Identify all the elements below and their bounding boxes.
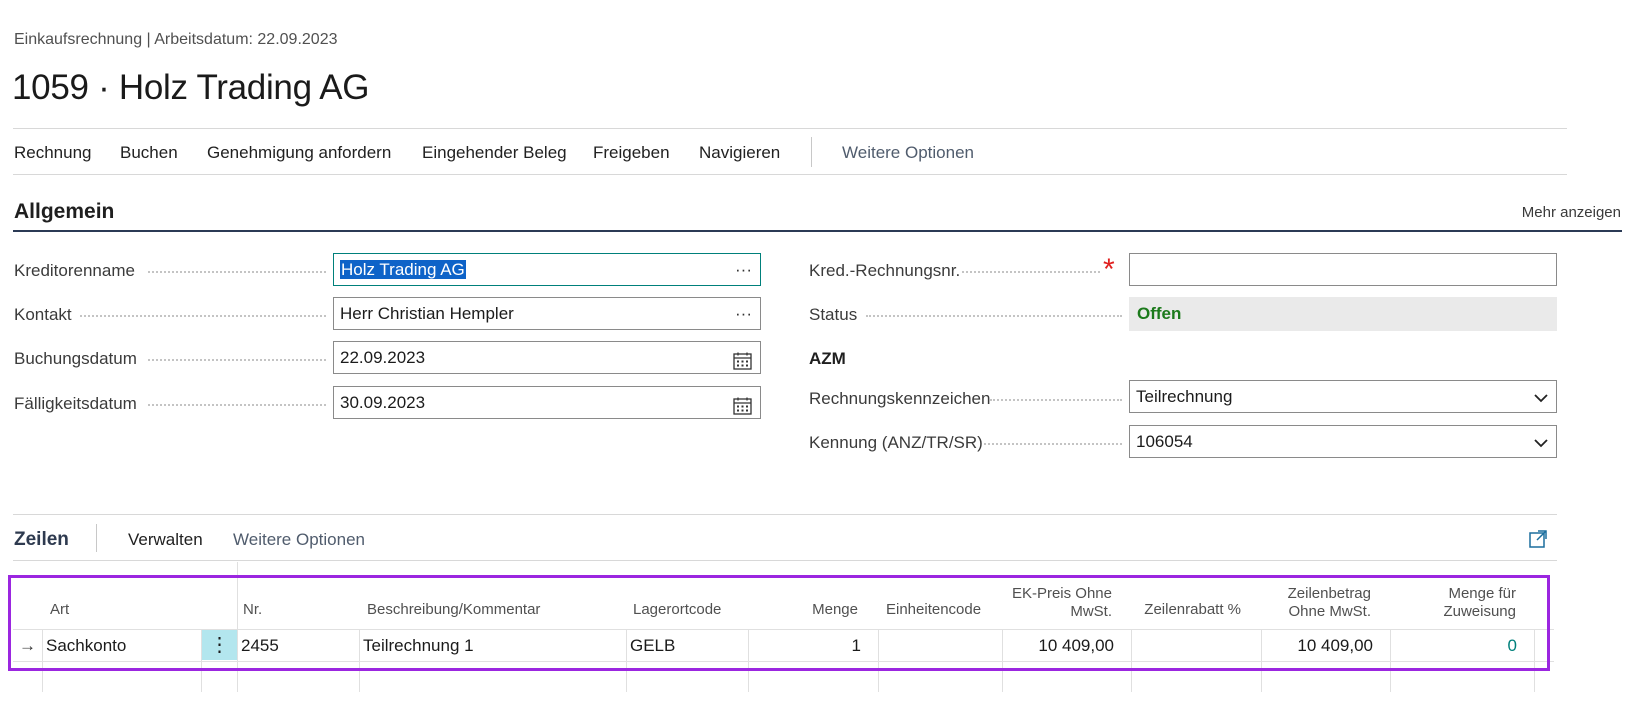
action-buchen[interactable]: Buchen [120,143,178,163]
due-date-value: 30.09.2023 [340,393,426,412]
page-title: 1059 · Holz Trading AG [12,68,370,107]
expand-icon[interactable] [1529,530,1547,553]
status-field: Offen [1129,297,1557,331]
label-leader [148,271,326,273]
action-rechnung[interactable]: Rechnung [14,143,92,163]
vendor-name-label: Kreditorenname [14,261,135,280]
page-caption: Einkaufsrechnung | Arbeitsdatum: 22.09.2… [14,31,338,48]
vendor-invoice-no-label: Kred.-Rechnungsnr. [809,261,961,280]
lines-separator [96,524,97,552]
section-underline [13,230,1622,232]
due-date-field[interactable]: 30.09.2023 [333,386,761,419]
posting-date-value: 22.09.2023 [340,348,426,367]
status-label: Status [809,305,858,324]
section-title-allgemein[interactable]: Allgemein [14,200,114,224]
label-leader [148,359,326,361]
divider [13,514,1557,515]
identifier-select[interactable]: 106054 [1129,425,1557,458]
label-leader [148,404,326,406]
identifier-value: 106054 [1136,432,1193,451]
highlight-box [8,575,1550,671]
label-leader [866,315,1122,317]
invoice-flag-select[interactable]: Teilrechnung [1129,380,1557,413]
lines-title[interactable]: Zeilen [14,529,69,551]
chevron-down-icon[interactable] [1534,427,1548,458]
divider [13,174,1567,175]
label-leader [984,443,1122,445]
posting-date-field[interactable]: 22.09.2023 [333,341,761,374]
action-navigieren[interactable]: Navigieren [699,143,780,163]
status-value: Offen [1137,304,1182,323]
divider [13,128,1567,129]
lookup-ellipsis-icon[interactable]: ··· [735,254,752,285]
lookup-ellipsis-icon[interactable]: ··· [735,298,752,329]
posting-date-label: Buchungsdatum [14,349,137,368]
invoice-flag-label: Rechnungskennzeichen [809,389,991,408]
calendar-icon[interactable] [733,394,752,425]
group-title-azm: AZM [809,349,846,368]
label-leader [80,315,326,317]
invoice-flag-value: Teilrechnung [1136,387,1233,406]
label-leader [990,399,1122,401]
label-leader [962,271,1100,273]
show-more-link[interactable]: Mehr anzeigen [1522,204,1621,221]
required-asterisk-icon: * [1103,253,1115,286]
action-freigeben[interactable]: Freigeben [593,143,670,163]
action-weitere-optionen[interactable]: Weitere Optionen [842,143,974,163]
action-separator [811,137,812,167]
vendor-invoice-no-input[interactable] [1129,253,1557,286]
calendar-icon[interactable] [733,349,752,380]
action-genehmigung-anfordern[interactable]: Genehmigung anfordern [207,143,391,163]
vendor-name-value: Holz Trading AG [340,260,466,279]
lines-action-weitere-optionen[interactable]: Weitere Optionen [233,530,365,550]
contact-field[interactable]: Herr Christian Hempler ··· [333,297,761,330]
identifier-label: Kennung (ANZ/TR/SR) [809,433,983,452]
divider [13,560,1557,561]
due-date-label: Fälligkeitsdatum [14,394,137,413]
action-eingehender-beleg[interactable]: Eingehender Beleg [422,143,567,163]
lines-action-verwalten[interactable]: Verwalten [128,530,203,550]
contact-label: Kontakt [14,305,72,324]
vendor-name-field[interactable]: Holz Trading AG ··· [333,253,761,286]
chevron-down-icon[interactable] [1534,382,1548,413]
contact-value: Herr Christian Hempler [340,304,514,323]
